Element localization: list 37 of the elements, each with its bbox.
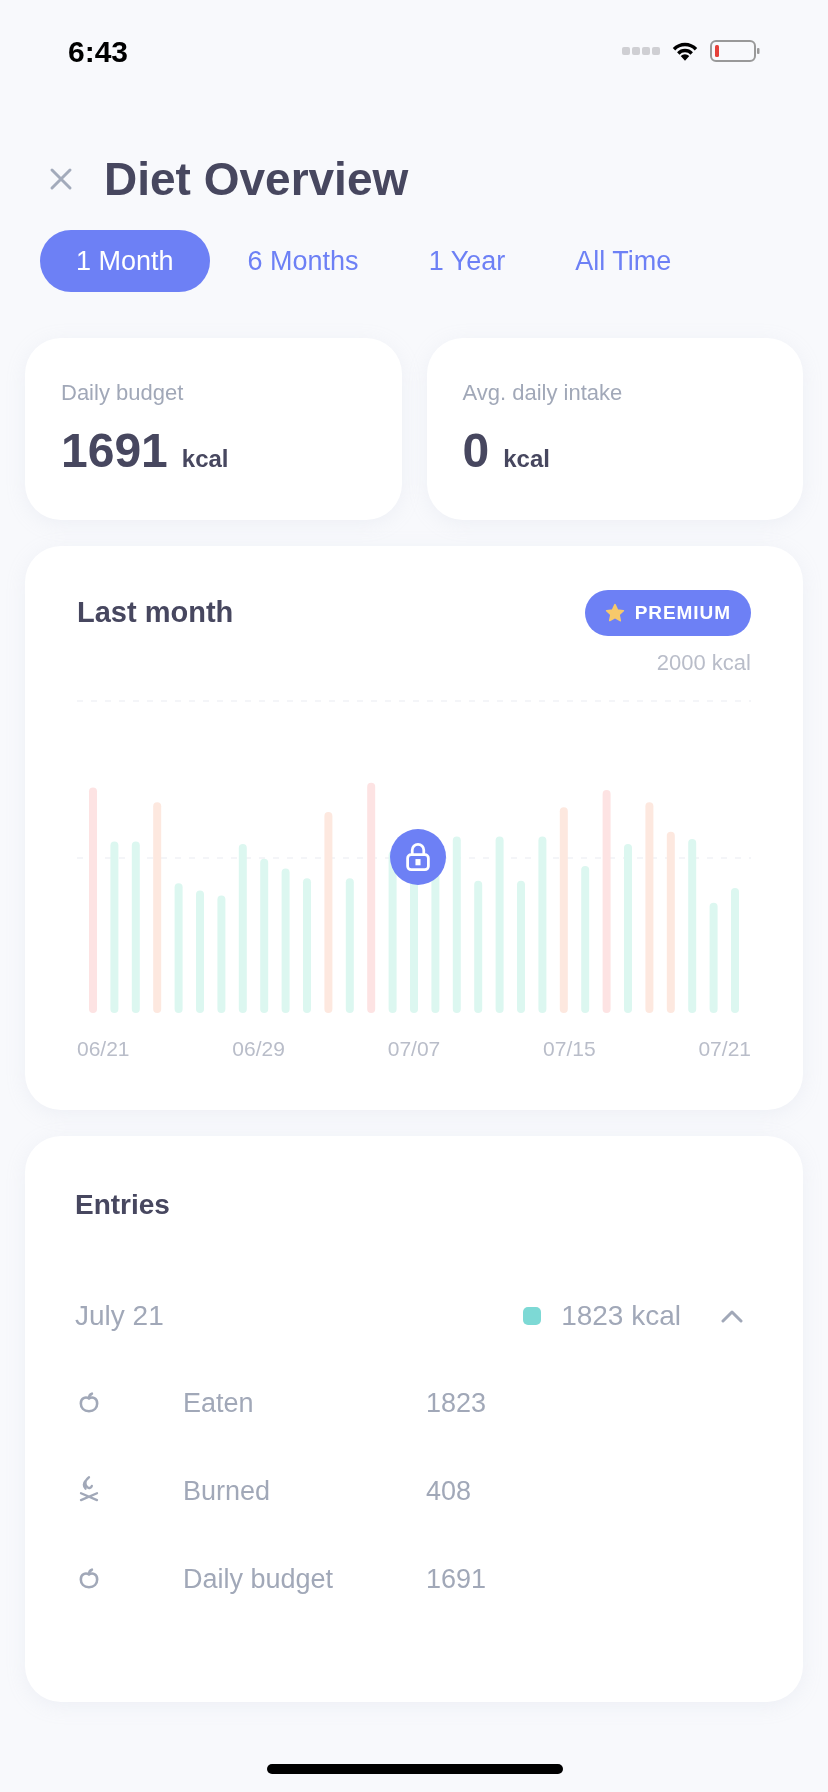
axis-label: 2000 kcal: [656, 649, 751, 677]
page-title: Diet Overview: [104, 156, 409, 202]
wifi-icon: [670, 40, 700, 62]
star-icon: [604, 603, 625, 623]
period-tab[interactable]: All Time: [543, 230, 704, 292]
axis-label: 06/21: [77, 1036, 130, 1062]
close-icon: [49, 167, 73, 191]
day-total: 1823 kcal: [561, 1299, 681, 1333]
entry-label: Burned: [183, 1474, 272, 1508]
axis-label: 07/15: [543, 1036, 596, 1062]
axis-label: 07/07: [387, 1036, 441, 1062]
period-tab[interactable]: 1 Year: [396, 230, 538, 292]
stat-value: 0: [462, 427, 490, 475]
day-row[interactable]: July 21 1823 kcal: [75, 1296, 753, 1336]
premium-badge[interactable]: PREMIUM: [584, 590, 751, 636]
section-title: Entries: [75, 1188, 171, 1222]
chart-title: Last month: [77, 595, 234, 631]
lock-button[interactable]: [390, 829, 446, 885]
lock-icon: [404, 842, 432, 872]
period-tab[interactable]: 6 Months: [215, 230, 391, 292]
entry-label: Daily budget: [183, 1562, 335, 1596]
axis-label: 07/21: [698, 1036, 751, 1062]
stat-unit: kcal: [503, 444, 550, 474]
stat-label: Daily budget: [61, 379, 185, 407]
day-date: July 21: [75, 1299, 164, 1333]
axis-label: 06/29: [232, 1036, 285, 1062]
stat-value: 1691: [61, 427, 168, 475]
entry-value: 1823: [426, 1386, 487, 1420]
status-time: 6:43: [68, 33, 129, 70]
stat-unit: kcal: [181, 444, 229, 474]
stat-label: Avg. daily intake: [462, 379, 624, 407]
entry-value: 408: [426, 1474, 472, 1508]
signal-icon: [622, 46, 660, 56]
entry-label: Eaten: [183, 1386, 255, 1420]
period-tab[interactable]: 1 Month: [40, 230, 210, 292]
battery-icon: [710, 39, 760, 63]
entry-value: 1691: [426, 1562, 487, 1596]
